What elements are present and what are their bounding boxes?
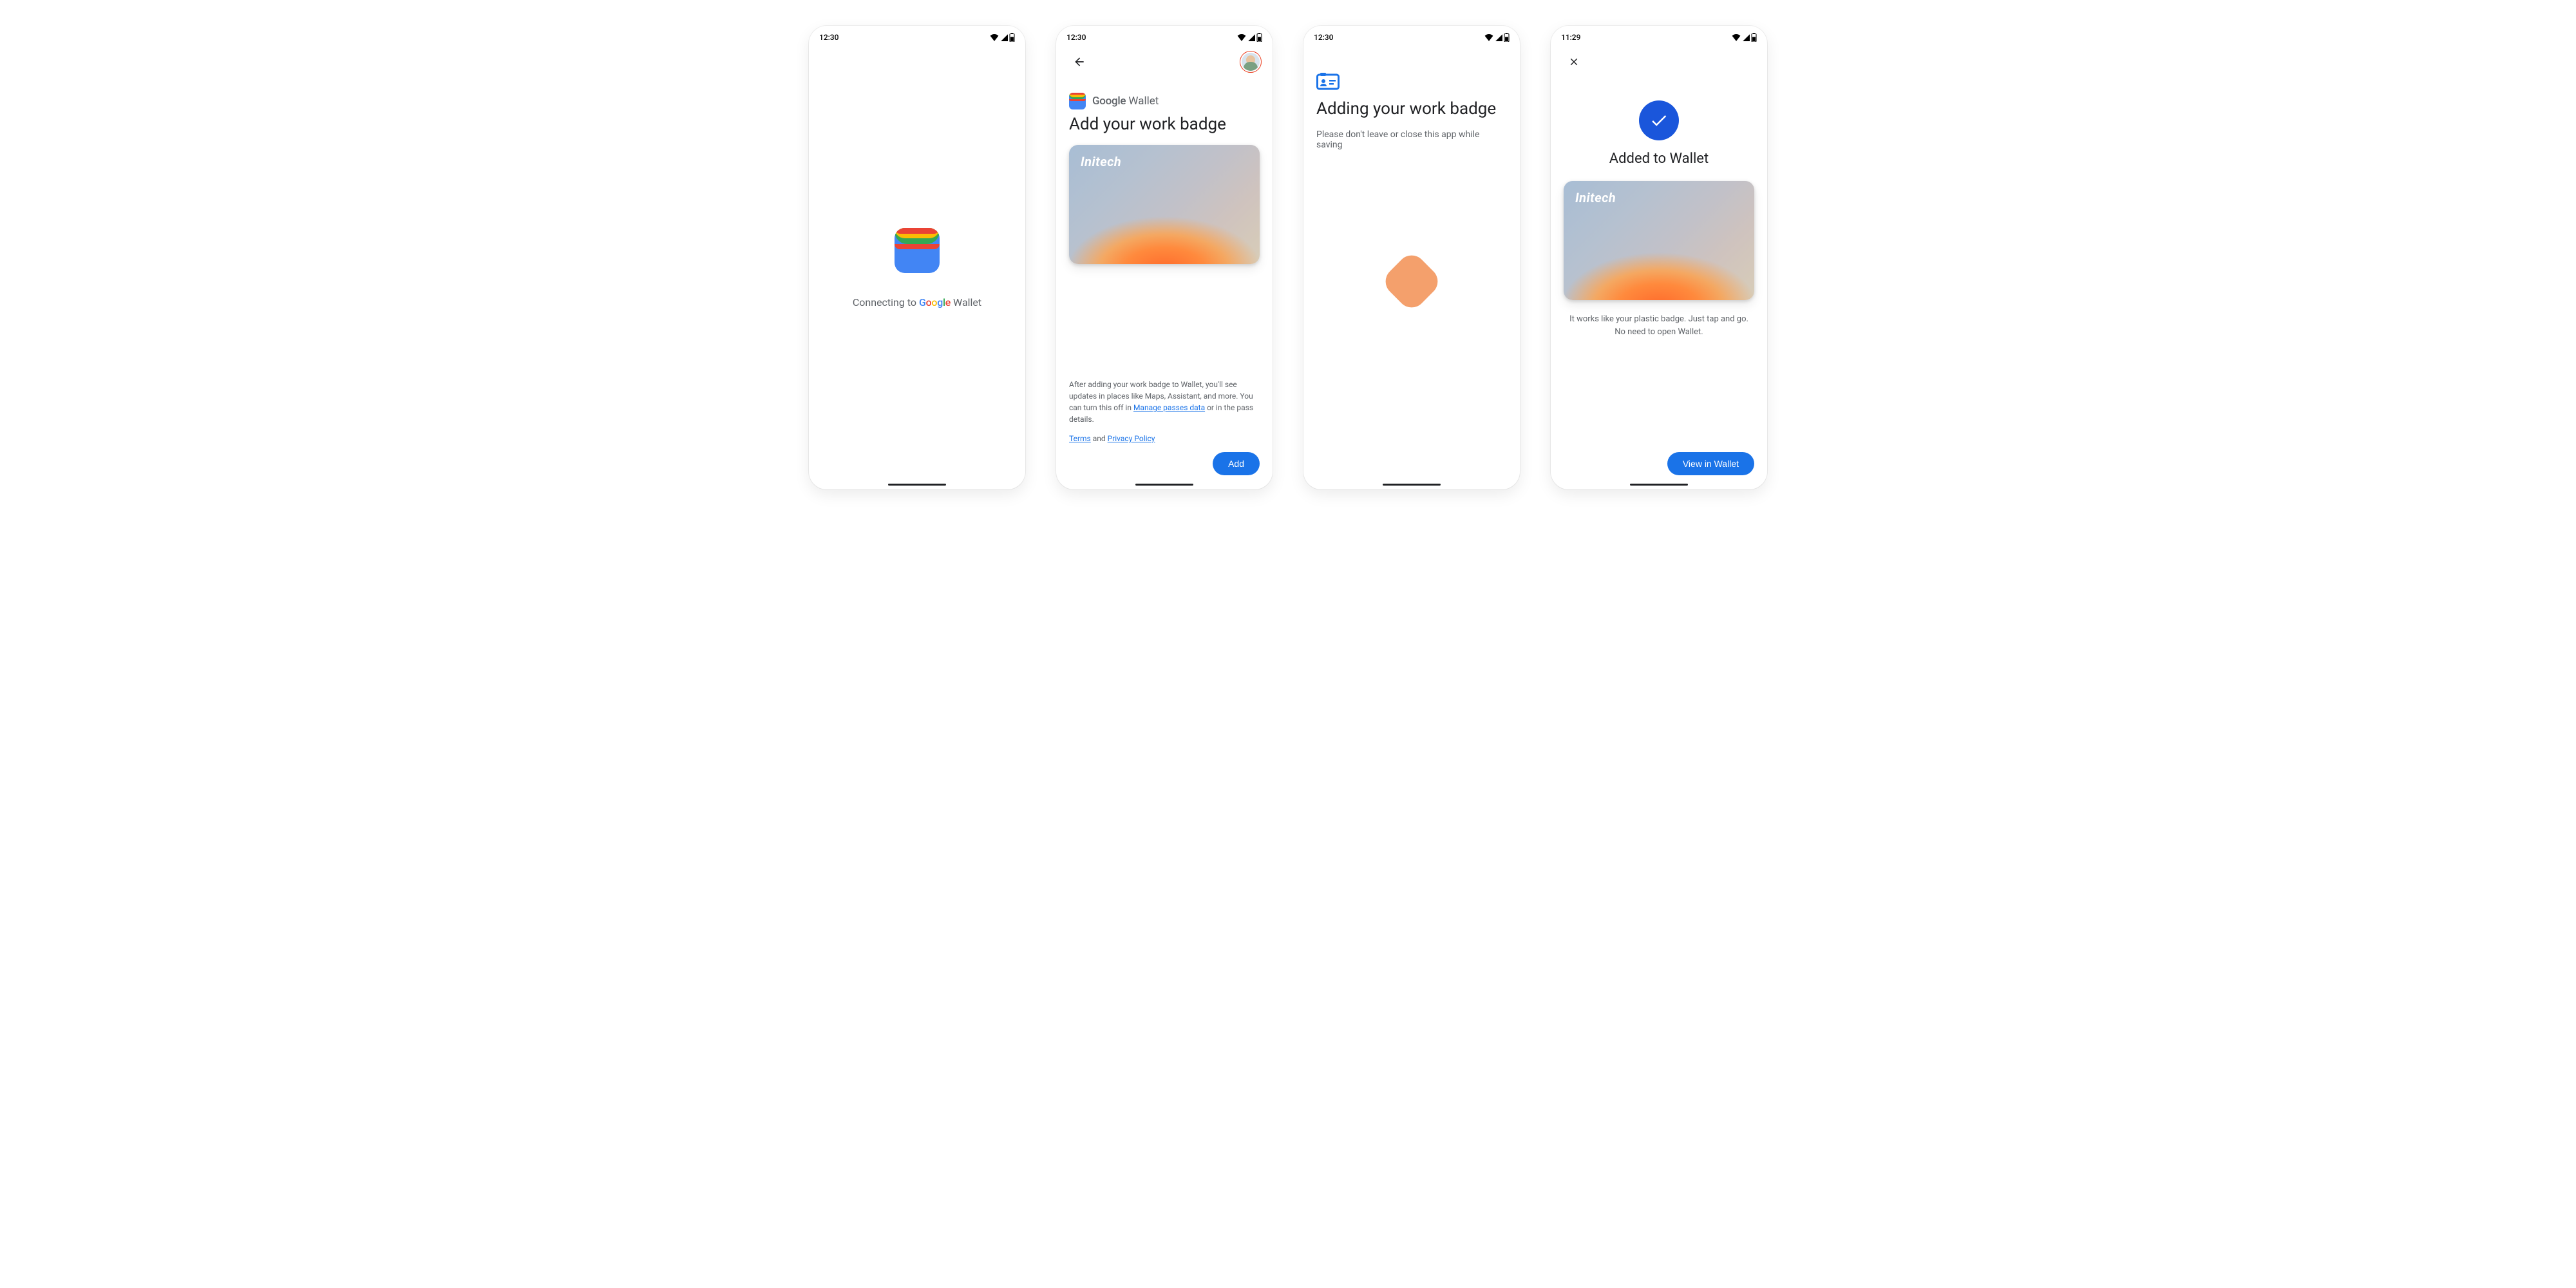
success-title: Added to Wallet bbox=[1609, 151, 1709, 167]
page-title: Adding your work badge bbox=[1316, 99, 1507, 119]
legal-links: Terms and Privacy Policy bbox=[1069, 434, 1260, 443]
id-badge-icon bbox=[1316, 72, 1507, 93]
back-button[interactable] bbox=[1069, 52, 1090, 72]
status-icons bbox=[990, 33, 1015, 42]
home-indicator[interactable] bbox=[1383, 484, 1441, 486]
disclaimer-text: After adding your work badge to Wallet, … bbox=[1069, 366, 1260, 425]
badge-card-preview: Initech bbox=[1069, 145, 1260, 264]
badge-company-name: Initech bbox=[1081, 154, 1121, 169]
signal-icon bbox=[1000, 33, 1008, 41]
connecting-text: Connecting to Google Wallet bbox=[853, 296, 981, 308]
status-time: 12:30 bbox=[819, 33, 838, 42]
success-check-icon bbox=[1639, 100, 1679, 140]
phone-connecting: 12:30 Connecting to Google Wallet bbox=[809, 26, 1025, 489]
loading-spinner bbox=[1380, 249, 1444, 313]
badge-company-name: Initech bbox=[1575, 190, 1616, 205]
signal-icon bbox=[1742, 33, 1750, 41]
view-in-wallet-button[interactable]: View in Wallet bbox=[1667, 452, 1754, 475]
home-indicator[interactable] bbox=[888, 484, 946, 486]
manage-passes-link[interactable]: Manage passes data bbox=[1133, 403, 1205, 412]
privacy-link[interactable]: Privacy Policy bbox=[1108, 434, 1155, 443]
terms-link[interactable]: Terms bbox=[1069, 434, 1091, 443]
account-avatar[interactable] bbox=[1242, 53, 1260, 71]
arrow-left-icon bbox=[1073, 55, 1086, 68]
wifi-icon bbox=[1732, 33, 1741, 41]
wallet-icon bbox=[895, 228, 940, 273]
battery-icon bbox=[1009, 33, 1015, 42]
add-button[interactable]: Add bbox=[1213, 452, 1260, 475]
status-time: 12:30 bbox=[1066, 33, 1086, 42]
phone-adding-progress: 12:30 Adding your work badge Please don'… bbox=[1303, 26, 1520, 489]
close-icon bbox=[1568, 56, 1580, 68]
wallet-brand: Google Wallet bbox=[1069, 93, 1260, 109]
battery-icon bbox=[1504, 33, 1510, 42]
phone-add-badge: 12:30 Google Wallet bbox=[1056, 26, 1273, 489]
status-icons bbox=[1237, 33, 1262, 42]
status-icons bbox=[1732, 33, 1757, 42]
status-time: 12:30 bbox=[1314, 33, 1333, 42]
home-indicator[interactable] bbox=[1630, 484, 1688, 486]
status-bar: 12:30 bbox=[1056, 26, 1273, 46]
wifi-icon bbox=[990, 33, 999, 41]
badge-card-preview: Initech bbox=[1564, 181, 1754, 300]
signal-icon bbox=[1495, 33, 1502, 41]
wifi-icon bbox=[1237, 33, 1246, 41]
close-button[interactable] bbox=[1564, 52, 1584, 72]
status-bar: 11:29 bbox=[1551, 26, 1767, 46]
status-icons bbox=[1484, 33, 1510, 42]
signal-icon bbox=[1247, 33, 1255, 41]
home-indicator[interactable] bbox=[1135, 484, 1193, 486]
phone-added-success: 11:29 Added to Wallet Initech It works l… bbox=[1551, 26, 1767, 489]
battery-icon bbox=[1751, 33, 1757, 42]
battery-icon bbox=[1256, 33, 1262, 42]
wallet-icon bbox=[1069, 93, 1086, 109]
success-description: It works like your plastic badge. Just t… bbox=[1564, 313, 1754, 338]
page-title: Add your work badge bbox=[1069, 115, 1260, 135]
status-bar: 12:30 bbox=[1303, 26, 1520, 46]
page-subtitle: Please don't leave or close this app whi… bbox=[1316, 129, 1507, 150]
status-time: 11:29 bbox=[1561, 33, 1580, 42]
status-bar: 12:30 bbox=[809, 26, 1025, 46]
wifi-icon bbox=[1484, 33, 1493, 41]
